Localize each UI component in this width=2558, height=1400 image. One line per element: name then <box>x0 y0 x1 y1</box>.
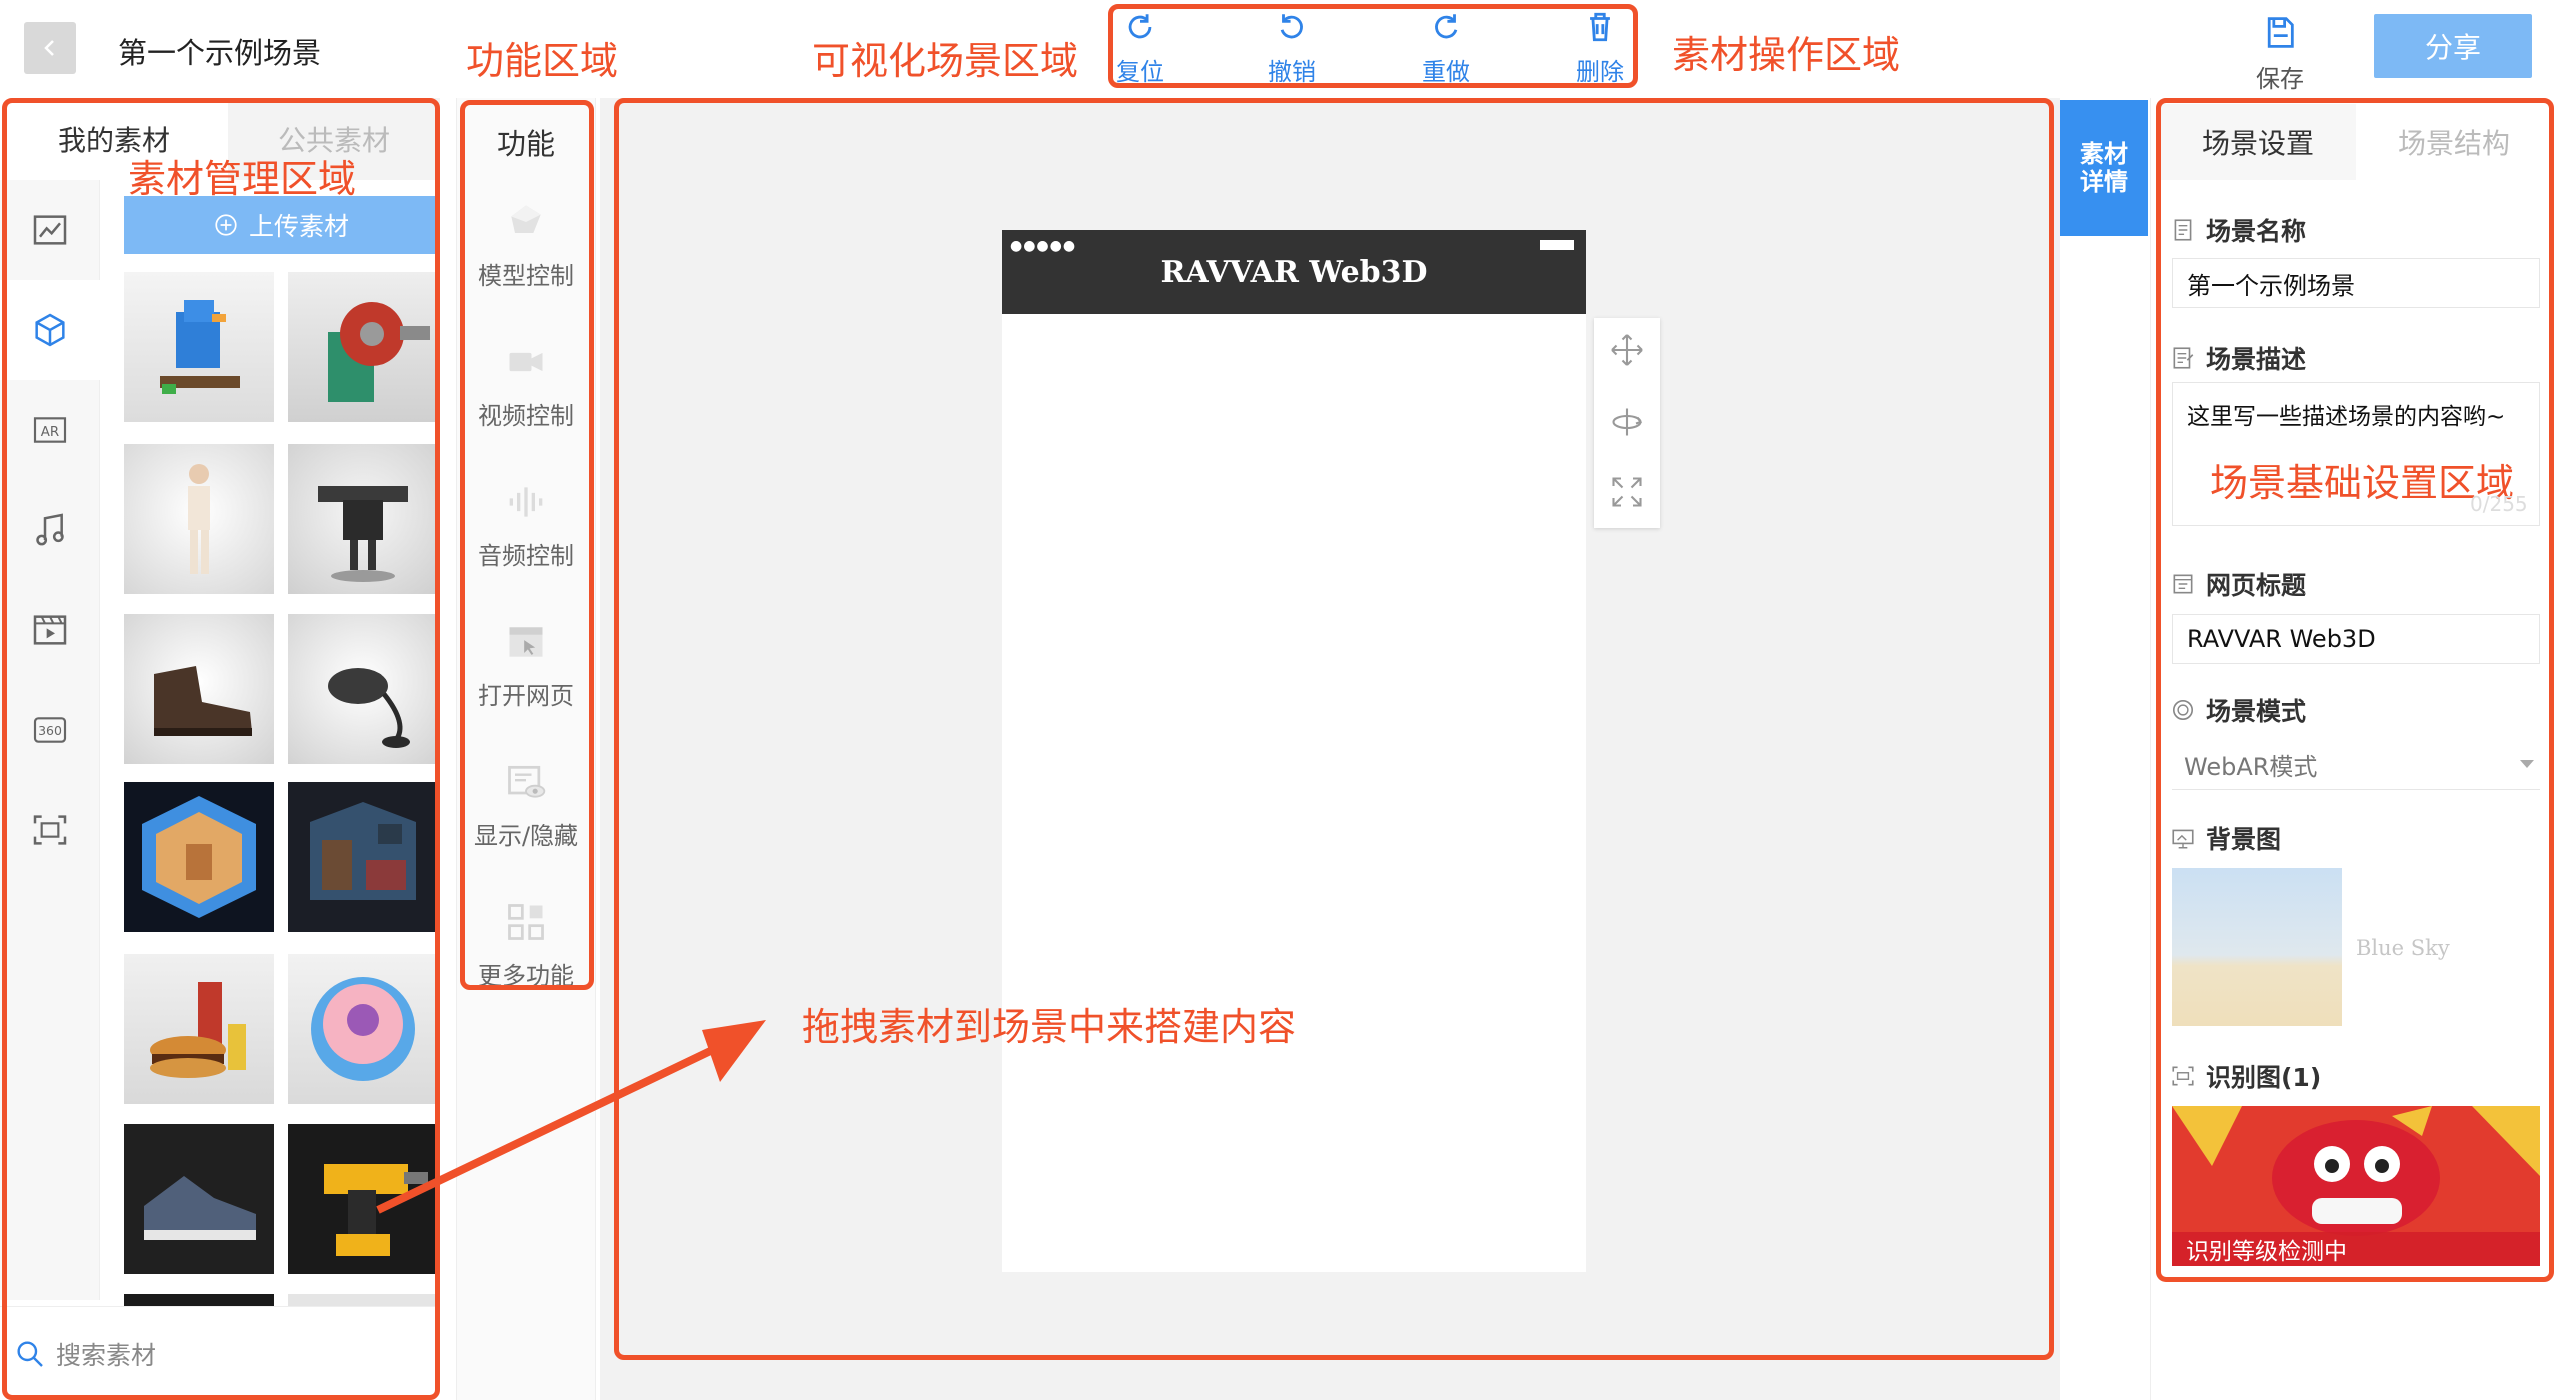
redo-label: 重做 <box>1422 58 1470 86</box>
scene-title: 第一个示例场景 <box>118 36 322 70</box>
trash-icon <box>1590 12 1610 42</box>
save-label: 保存 <box>2256 65 2304 93</box>
settings-area-frame <box>2156 98 2554 1282</box>
reset-label: 复位 <box>1116 58 1164 86</box>
undo-label: 撤销 <box>1268 58 1316 86</box>
drag-arrow-icon <box>376 1020 766 1214</box>
share-button[interactable]: 分享 <box>2374 14 2532 78</box>
delete-button[interactable]: 删除 <box>1540 10 1660 90</box>
material-detail-tab[interactable]: 素材详情 <box>2060 100 2148 236</box>
save-icon <box>2267 17 2294 48</box>
save-button[interactable]: 保存 <box>2240 14 2320 94</box>
annotation-material-ops-area: 素材操作区域 <box>1672 33 1901 77</box>
annotation-function-area: 功能区域 <box>466 39 619 83</box>
redo-icon <box>1435 14 1458 39</box>
visual-scene-frame <box>614 98 2054 1360</box>
chevron-left-icon <box>44 40 54 56</box>
function-area-frame <box>460 100 594 990</box>
delete-label: 删除 <box>1576 58 1624 86</box>
back-button[interactable] <box>24 22 76 74</box>
undo-button[interactable]: 撤销 <box>1232 10 1352 90</box>
redo-button[interactable]: 重做 <box>1386 10 1506 90</box>
reset-button[interactable]: 复位 <box>1080 10 1200 90</box>
reset-icon <box>1128 14 1152 39</box>
annotation-visual-scene-area: 可视化场景区域 <box>812 39 1079 83</box>
annotation-drag-hint: 拖拽素材到场景中来搭建内容 <box>802 1005 1297 1049</box>
undo-icon <box>1280 14 1303 39</box>
